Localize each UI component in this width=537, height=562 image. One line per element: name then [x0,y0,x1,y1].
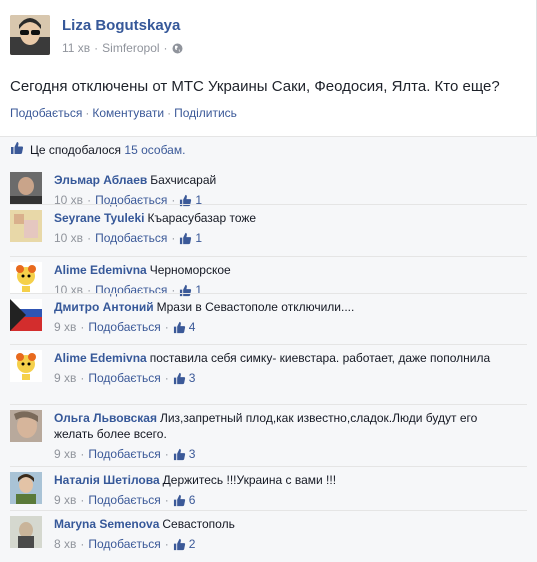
comment-meta: 8 хв · Подобається · 2 [54,536,196,552]
comment-time[interactable]: 9 хв [54,492,76,508]
likes-summary: Це сподобалося 15 особам. [0,136,537,162]
thumbs-up-icon[interactable] [173,321,186,334]
comment-like-button[interactable]: Подобається [88,319,160,335]
comment-text: Держитесь !!!Украина с вами !!! [162,473,337,487]
commenter-name[interactable]: Alime Edemivna [54,351,147,365]
comment-like-count[interactable]: 3 [189,370,196,386]
comment-like-count[interactable]: 6 [189,492,196,508]
post-card: Liza Bogutskaya 11 хв · Simferopol · Сег… [0,0,537,562]
post-text: Сегодня отключены от МТС Украины Саки, Ф… [10,78,500,95]
comment-meta: 9 хв · Подобається · 6 [54,492,196,508]
comment-like-count[interactable]: 1 [195,192,202,208]
comment-meta: 10 хв · Подобається · 1 [54,192,203,208]
comment-divider [10,344,527,345]
comment-meta: 9 хв · Подобається · 3 [54,446,196,462]
comment-meta: 10 хв · Подобається · 1 [54,230,203,246]
author-name[interactable]: Liza Bogutskaya [62,17,183,34]
share-button[interactable]: Поділитись [174,106,237,120]
post-meta: 11 хв · Simferopol · [62,41,183,55]
comment-divider [10,256,527,257]
comment-item: Ольга Львовская Лиз,запретный плод,как из… [0,404,537,462]
comment-divider [10,204,527,205]
comment-like-count[interactable]: 3 [189,446,196,462]
comment-like-button[interactable]: Подобається [88,492,160,508]
comment-time[interactable]: 9 хв [54,319,76,335]
thumbs-up-icon[interactable] [179,232,192,245]
comment-item: Эльмар Аблаев Бахчисарай 10 хв · Подобається… [0,172,537,208]
post-actions: Подобається · Коментувати · Поділитись [10,106,237,120]
commenter-avatar[interactable] [10,299,42,331]
comment-meta: 9 хв · Подобається · 4 [54,319,196,335]
comment-like-count[interactable]: 1 [195,230,202,246]
comment-divider [10,293,527,294]
comment-like-button[interactable]: Подобається [88,370,160,386]
commenter-avatar[interactable] [10,516,42,548]
thumbs-up-icon[interactable] [173,448,186,461]
comment-time[interactable]: 10 хв [54,192,83,208]
post-header: Liza Bogutskaya 11 хв · Simferopol · [10,15,183,61]
commenter-name[interactable]: Seyrane Tyuleki [54,211,145,225]
comment-divider [10,404,527,405]
thumbs-up-icon[interactable] [173,372,186,385]
comment-like-button[interactable]: Подобається [88,446,160,462]
comment-time[interactable]: 10 хв [54,282,83,298]
comment-item: Maryna Semenova Севастополь 8 хв · Подобаєть… [0,510,537,552]
commenter-name[interactable]: Ольга Львовская [54,411,157,425]
comment-text: Къарасубазар тоже [147,211,257,225]
comment-item: Дмитро Антоний Мрази в Севастополе отключ… [0,293,537,335]
comment-divider [10,510,527,511]
comment-meta: 10 хв · Подобається · 1 [54,282,203,298]
comment-text: Черноморское [149,263,231,277]
commenter-avatar[interactable] [10,350,42,382]
comment-item: Alime Edemivna поставила себя симку- киев… [0,344,537,386]
comment-text: Мрази в Севастополе отключили.... [156,300,355,314]
post-time[interactable]: 11 хв [62,41,90,55]
likes-count-link[interactable]: 15 особам. [124,143,185,157]
thumbs-up-icon [10,141,24,158]
commenter-avatar[interactable] [10,262,42,294]
comment-time[interactable]: 9 хв [54,446,76,462]
commenter-avatar[interactable] [10,410,42,442]
like-button[interactable]: Подобається [10,106,82,120]
comment-like-button[interactable]: Подобається [95,282,167,298]
comment-time[interactable]: 10 хв [54,230,83,246]
comment-button[interactable]: Коментувати [92,106,164,120]
comment-item: Наталія Шетілова Держитесь !!!Украина с в… [0,466,537,508]
comment-like-count[interactable]: 1 [195,282,202,298]
commenter-avatar[interactable] [10,472,42,504]
comment-like-count[interactable]: 4 [189,319,196,335]
comment-time[interactable]: 8 хв [54,536,76,552]
comment-list: Эльмар Аблаев Бахчисарай 10 хв · Подобається… [0,162,537,562]
comment-text: Севастополь [162,517,235,531]
globe-icon[interactable] [172,43,183,54]
comment-item: Seyrane Tyuleki Къарасубазар тоже 10 хв · По… [0,204,537,246]
commenter-name[interactable]: Дмитро Антоний [54,300,154,314]
comment-meta: 9 хв · Подобається · 3 [54,370,196,386]
comment-like-button[interactable]: Подобається [88,536,160,552]
commenter-name[interactable]: Эльмар Аблаев [54,173,147,187]
comment-like-button[interactable]: Подобається [95,230,167,246]
author-avatar[interactable] [10,15,50,55]
commenter-name[interactable]: Наталія Шетілова [54,473,160,487]
comment-text: поставила себя симку- киевстара. работае… [149,351,491,365]
comment-like-button[interactable]: Подобається [95,192,167,208]
commenter-name[interactable]: Alime Edemivna [54,263,147,277]
commenter-avatar[interactable] [10,172,42,204]
comment-divider [10,466,527,467]
comment-time[interactable]: 9 хв [54,370,76,386]
thumbs-up-icon[interactable] [179,284,192,297]
comment-like-count[interactable]: 2 [189,536,196,552]
thumbs-up-icon[interactable] [173,538,186,551]
commenter-avatar[interactable] [10,210,42,242]
likes-text: Це сподобалося [30,142,122,157]
commenter-name[interactable]: Maryna Semenova [54,517,159,531]
post-location[interactable]: Simferopol [102,41,159,55]
comment-text: Бахчисарай [150,173,217,187]
thumbs-up-icon[interactable] [173,494,186,507]
